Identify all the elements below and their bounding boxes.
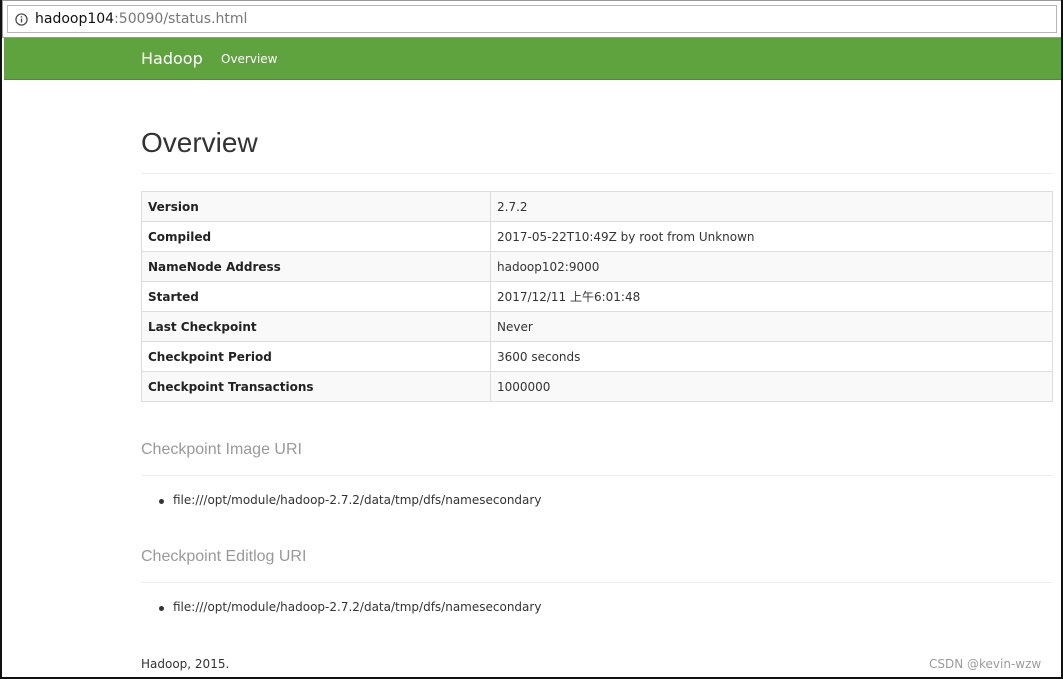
address-bar: hadoop104:50090/status.html (2, 0, 1061, 38)
url-path: :50090/status.html (114, 11, 248, 27)
table-row: Checkpoint Period 3600 seconds (141, 341, 1053, 372)
editlog-uri-path: file:///opt/module/hadoop-2.7.2/data/tmp… (173, 600, 542, 614)
overview-table: Version 2.7.2 Compiled 2017-05-22T10:49Z b… (141, 191, 1053, 402)
table-row: Started 2017/12/11 上午6:01:48 (141, 281, 1053, 312)
editlog-uri-heading: Checkpoint Editlog URI (141, 548, 307, 565)
url-text: hadoop104:50090/status.html (35, 11, 247, 27)
divider (141, 582, 1053, 583)
table-row: NameNode Address hadoop102:9000 (141, 251, 1053, 282)
navbar-brand[interactable]: Hadoop (141, 49, 203, 68)
bullet-icon (159, 606, 164, 611)
row-key: NameNode Address (141, 251, 491, 282)
top-navbar: Hadoop Overview (4, 38, 1061, 80)
editlog-uri-list: file:///opt/module/hadoop-2.7.2/data/tmp… (141, 600, 541, 614)
url-field[interactable]: hadoop104:50090/status.html (7, 5, 1057, 33)
table-row: Compiled 2017-05-22T10:49Z by root from U… (141, 221, 1053, 252)
row-value: 1000000 (490, 371, 1053, 402)
page-title: Overview (141, 127, 258, 158)
table-row: Last Checkpoint Never (141, 311, 1053, 342)
nav-link-overview[interactable]: Overview (221, 52, 278, 66)
watermark: CSDN @kevin-wzw (929, 657, 1042, 671)
row-key: Checkpoint Period (141, 341, 491, 372)
page-footer: Hadoop, 2015. (141, 657, 230, 671)
divider (141, 475, 1053, 476)
row-value: 2.7.2 (490, 191, 1053, 222)
image-uri-heading: Checkpoint Image URI (141, 441, 302, 458)
row-value: Never (490, 311, 1053, 342)
list-item: file:///opt/module/hadoop-2.7.2/data/tmp… (141, 493, 541, 507)
row-key: Started (141, 281, 491, 312)
table-row: Checkpoint Transactions 1000000 (141, 371, 1053, 402)
row-key: Checkpoint Transactions (141, 371, 491, 402)
image-uri-path: file:///opt/module/hadoop-2.7.2/data/tmp… (173, 493, 542, 507)
row-value: 3600 seconds (490, 341, 1053, 372)
list-item: file:///opt/module/hadoop-2.7.2/data/tmp… (141, 600, 541, 614)
image-uri-list: file:///opt/module/hadoop-2.7.2/data/tmp… (141, 493, 541, 507)
row-value: 2017-05-22T10:49Z by root from Unknown (490, 221, 1053, 252)
table-row: Version 2.7.2 (141, 191, 1053, 222)
browser-window: hadoop104:50090/status.html Hadoop Overv… (0, 0, 1063, 679)
row-key: Last Checkpoint (141, 311, 491, 342)
info-icon[interactable] (15, 13, 28, 26)
divider (141, 173, 1053, 174)
row-value: hadoop102:9000 (490, 251, 1053, 282)
row-key: Version (141, 191, 491, 222)
bullet-icon (159, 499, 164, 504)
row-value: 2017/12/11 上午6:01:48 (490, 281, 1053, 312)
row-key: Compiled (141, 221, 491, 252)
url-host: hadoop104 (35, 11, 115, 27)
